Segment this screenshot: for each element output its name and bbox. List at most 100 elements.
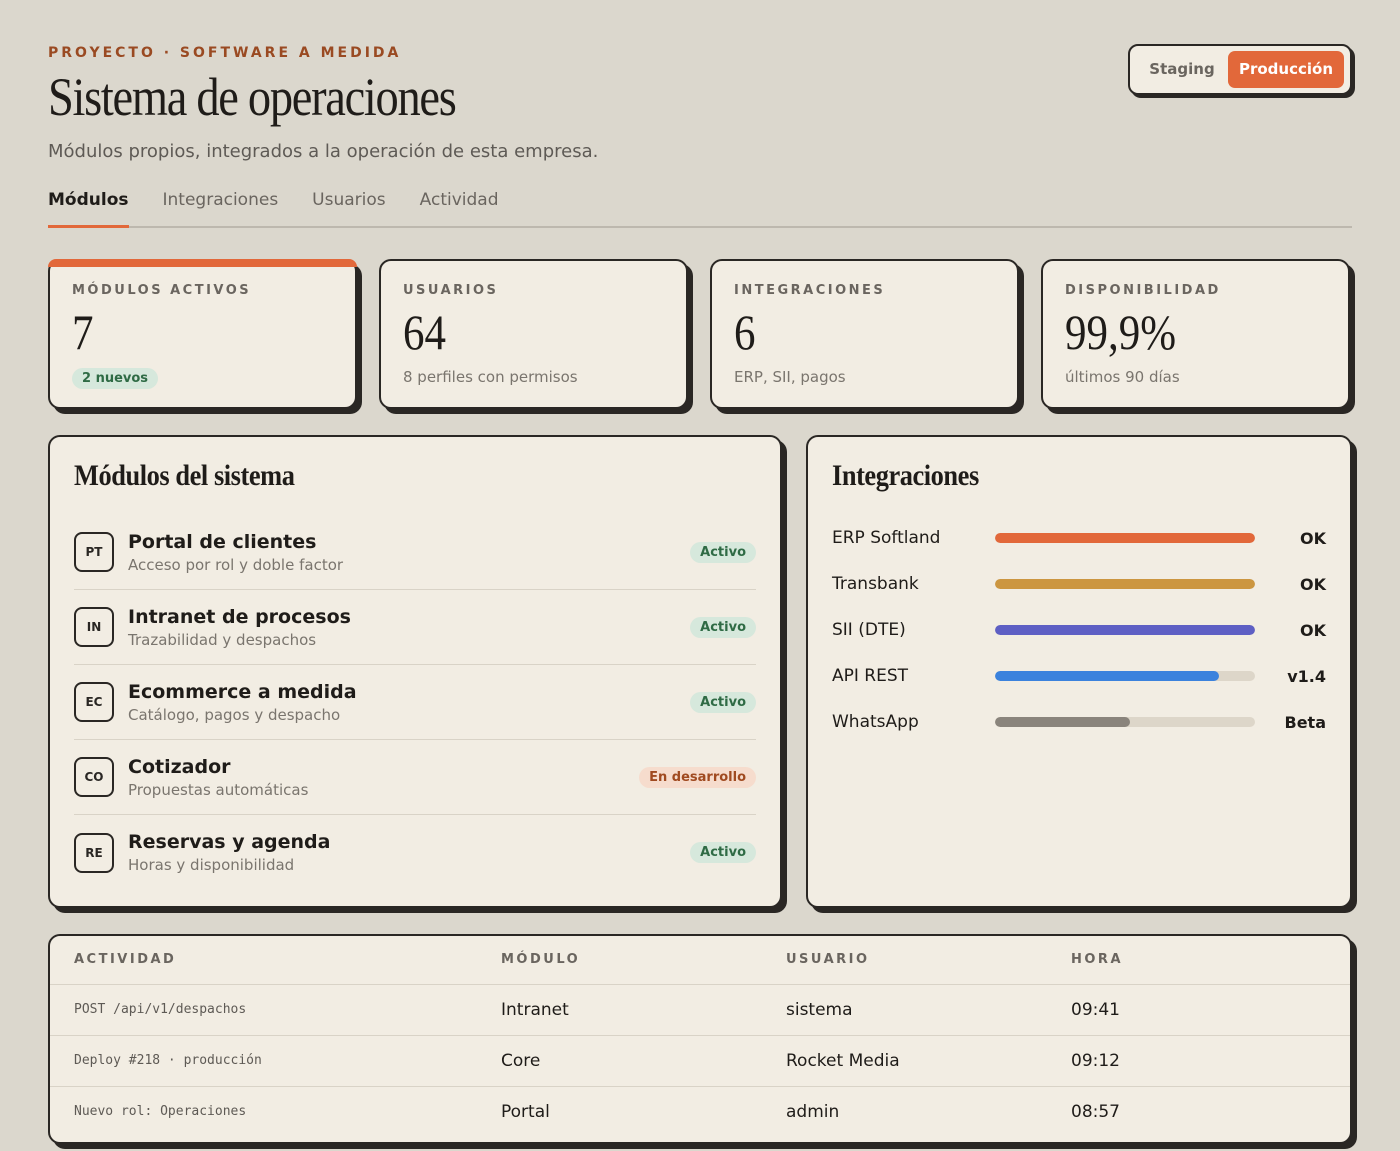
stat-note: últimos 90 días	[1065, 368, 1180, 386]
stat-note: 8 perfiles con permisos	[403, 368, 578, 386]
module-code-badge: PT	[74, 532, 114, 572]
stat-value: 64	[403, 304, 446, 360]
integration-health-bar	[995, 671, 1255, 681]
tab-integraciones[interactable]: Integraciones	[163, 190, 279, 228]
integration-health-fill	[995, 533, 1255, 543]
integration-status: OK	[1300, 620, 1326, 640]
integration-health-fill	[995, 671, 1219, 681]
project-eyebrow: PROYECTO · SOFTWARE A MEDIDA	[48, 45, 402, 61]
modules-panel: Módulos del sistema PT Portal de cliente…	[48, 435, 782, 908]
time-cell: 09:41	[1071, 984, 1350, 1036]
module-status-badge: Activo	[690, 842, 756, 863]
tab-actividad[interactable]: Actividad	[420, 190, 499, 228]
integration-status: v1.4	[1287, 666, 1326, 686]
module-name: Ecommerce a medida	[128, 680, 357, 703]
integration-row[interactable]: SII (DTE) OK	[832, 607, 1326, 653]
integration-health-bar	[995, 579, 1255, 589]
environment-switch: Staging Producción	[1128, 44, 1352, 95]
column-header-modulo[interactable]: MÓDULO	[501, 936, 786, 985]
integration-row[interactable]: API REST v1.4	[832, 653, 1326, 699]
table-row[interactable]: Deploy #218 · producción Core Rocket Med…	[50, 1035, 1350, 1087]
stat-value: 6	[734, 304, 756, 360]
stat-label: MÓDULOS ACTIVOS	[72, 283, 252, 298]
module-cell: Portal	[501, 1101, 550, 1122]
stat-note: ERP, SII, pagos	[734, 368, 846, 386]
integrations-panel-title: Integraciones	[832, 459, 979, 492]
page-subtitle: Módulos propios, integrados a la operaci…	[48, 141, 599, 162]
integration-health-fill	[995, 717, 1131, 727]
module-row[interactable]: EC Ecommerce a medida Catálogo, pagos y …	[74, 665, 756, 740]
stat-value: 99,9%	[1065, 304, 1177, 360]
module-cell: Core	[501, 1035, 786, 1087]
env-staging-button[interactable]: Staging	[1136, 51, 1228, 88]
env-production-button[interactable]: Producción	[1228, 51, 1344, 88]
integration-health-bar	[995, 717, 1255, 727]
column-header-hora[interactable]: HORA	[1071, 936, 1350, 985]
stat-card-usuarios: USUARIOS 64 8 perfiles con permisos	[379, 259, 688, 409]
stat-card-disponibilidad: DISPONIBILIDAD 99,9% últimos 90 días	[1041, 259, 1350, 409]
integration-name: Transbank	[832, 574, 919, 594]
user-cell: admin	[786, 1101, 840, 1122]
time-cell: 08:57	[1071, 1101, 1120, 1122]
module-row[interactable]: IN Intranet de procesos Trazabilidad y d…	[74, 590, 756, 665]
module-name: Cotizador	[128, 755, 231, 778]
stat-label: INTEGRACIONES	[734, 283, 886, 298]
integration-row[interactable]: ERP Softland OK	[832, 515, 1326, 561]
module-row[interactable]: CO Cotizador Propuestas automáticas En d…	[74, 740, 756, 815]
table-row[interactable]: Nuevo rol: Operaciones Portal admin 08:5…	[50, 1086, 1350, 1137]
main-tabs: Módulos Integraciones Usuarios Actividad	[48, 190, 1352, 228]
activity-cell: Nuevo rol: Operaciones	[74, 1104, 247, 1120]
activity-table: ACTIVIDAD MÓDULO USUARIO HORA POST /api/…	[50, 936, 1350, 1137]
module-description: Trazabilidad y despachos	[128, 630, 317, 649]
integrations-list: ERP Softland OK Transbank OK SII (DTE) O…	[832, 515, 1326, 745]
table-row[interactable]: POST /api/v1/despachos Intranet sistema …	[50, 984, 1350, 1036]
stat-label: DISPONIBILIDAD	[1065, 283, 1221, 298]
activity-cell: Deploy #218 · producción	[50, 1035, 501, 1087]
page-title: Sistema de operaciones	[48, 67, 457, 127]
activity-cell: POST /api/v1/despachos	[50, 984, 501, 1036]
modules-panel-title: Módulos del sistema	[74, 459, 295, 492]
integration-row[interactable]: WhatsApp Beta	[832, 699, 1326, 745]
user-cell: sistema	[786, 984, 1071, 1036]
module-name: Intranet de procesos	[128, 605, 351, 628]
module-description: Catálogo, pagos y despacho	[128, 705, 341, 724]
module-status-badge: Activo	[690, 616, 756, 638]
tab-modulos[interactable]: Módulos	[48, 190, 129, 228]
integration-health-bar	[995, 625, 1255, 635]
stat-label: USUARIOS	[403, 283, 499, 298]
stat-card-integraciones: INTEGRACIONES 6 ERP, SII, pagos	[710, 259, 1019, 409]
user-cell: Rocket Media	[786, 1035, 1071, 1087]
tab-usuarios[interactable]: Usuarios	[312, 190, 385, 228]
column-header-usuario[interactable]: USUARIO	[786, 936, 1071, 985]
stats-row: MÓDULOS ACTIVOS 7 2 nuevos USUARIOS 64 8…	[48, 259, 1352, 409]
modules-list: PT Portal de clientes Acceso por rol y d…	[74, 515, 756, 890]
module-row[interactable]: PT Portal de clientes Acceso por rol y d…	[74, 515, 756, 590]
module-status-badge: En desarrollo	[639, 766, 756, 788]
integration-health-fill	[995, 579, 1255, 589]
integration-health-fill	[995, 625, 1255, 635]
integration-name: API REST	[832, 666, 909, 686]
module-description: Horas y disponibilidad	[128, 856, 295, 874]
new-badge: 2 nuevos	[72, 368, 159, 389]
integration-status: OK	[1300, 574, 1326, 594]
stat-value: 7	[72, 304, 94, 360]
column-header-actividad[interactable]: ACTIVIDAD	[50, 936, 501, 985]
module-code-badge: RE	[74, 832, 114, 873]
module-cell: Intranet	[501, 984, 786, 1036]
table-header-row: ACTIVIDAD MÓDULO USUARIO HORA	[50, 936, 1350, 985]
stat-card-modulos: MÓDULOS ACTIVOS 7 2 nuevos	[48, 259, 357, 409]
module-status-badge: Activo	[690, 541, 756, 563]
module-row[interactable]: RE Reservas y agenda Horas y disponibili…	[74, 815, 756, 890]
module-code-badge: IN	[74, 607, 114, 647]
integrations-panel: Integraciones ERP Softland OK Transbank …	[806, 435, 1352, 908]
integration-name: SII (DTE)	[832, 620, 906, 640]
module-name: Reservas y agenda	[128, 831, 331, 853]
integration-row[interactable]: Transbank OK	[832, 561, 1326, 607]
module-status-badge: Activo	[690, 691, 756, 713]
module-description: Propuestas automáticas	[128, 780, 309, 799]
integration-name: WhatsApp	[832, 712, 919, 732]
module-name: Portal de clientes	[128, 530, 317, 553]
integration-status: OK	[1300, 528, 1326, 548]
integration-health-bar	[995, 533, 1255, 543]
integration-status: Beta	[1284, 712, 1327, 732]
